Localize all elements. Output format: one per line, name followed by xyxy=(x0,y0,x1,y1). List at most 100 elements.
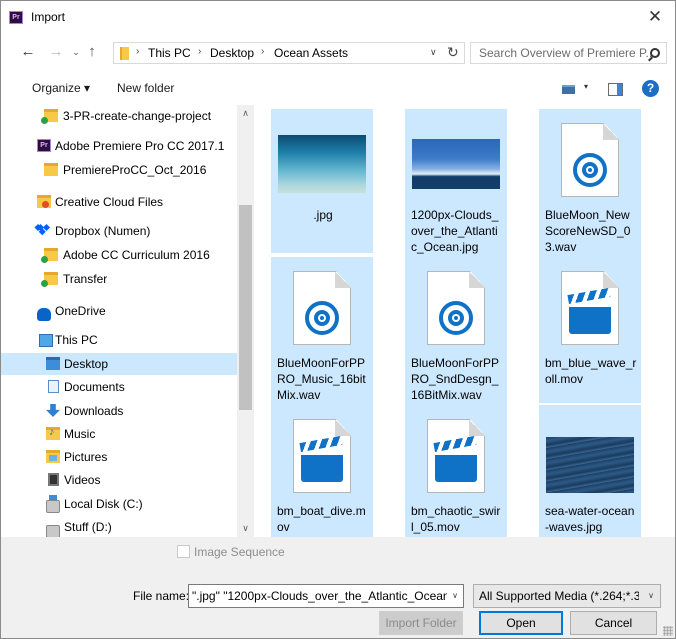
sidebar-item-adobe-cc-curriculum[interactable]: Adobe CC Curriculum 2016 xyxy=(1,244,237,266)
file-name-dropdown[interactable]: ∨ xyxy=(447,585,463,607)
scroll-down-button[interactable]: ∨ xyxy=(237,520,254,537)
file-name: bm_boat_dive.mov xyxy=(277,504,366,534)
resize-grip[interactable] xyxy=(663,626,673,636)
preview-pane-icon[interactable] xyxy=(608,83,623,96)
dropbox-icon xyxy=(37,224,51,237)
file-tile[interactable]: sea-water-ocean-waves.jpg xyxy=(539,405,641,537)
sidebar-item-pictures[interactable]: Pictures xyxy=(1,446,237,468)
breadcrumb-separator[interactable]: › xyxy=(136,46,139,57)
folder-sync-icon xyxy=(41,109,58,124)
forward-button[interactable]: → xyxy=(47,43,65,61)
sidebar-item-local-disk-c[interactable]: Local Disk (C:) xyxy=(1,493,237,515)
file-name: 1200px-Clouds_over_the_Atlantic_Ocean.jp… xyxy=(411,208,499,254)
file-type-value[interactable]: All Supported Media (*.264;*.3G xyxy=(479,589,639,603)
sidebar-item-label: Local Disk (C:) xyxy=(64,497,143,511)
file-tile[interactable]: 1200px-Clouds_over_the_Atlantic_Ocean.jp… xyxy=(405,109,507,259)
view-options-dropdown[interactable]: ▾ xyxy=(584,82,588,91)
address-bar[interactable]: › This PC › Desktop › Ocean Assets ∨ ↻ xyxy=(113,42,465,64)
drive-icon xyxy=(46,525,60,537)
file-list: .jpg 1200px-Clouds_over_the_Atlantic_Oce… xyxy=(255,105,675,537)
open-button[interactable]: Open xyxy=(479,611,563,635)
sidebar-item-label: Adobe Premiere Pro CC 2017.1 xyxy=(55,139,225,153)
sidebar-item-creative-cloud-files[interactable]: Creative Cloud Files xyxy=(1,191,237,213)
refresh-icon[interactable]: ↻ xyxy=(447,44,459,61)
file-tile[interactable]: .jpg xyxy=(271,109,373,253)
file-tile[interactable]: bm_blue_wave_roll.mov xyxy=(539,257,641,403)
address-history-dropdown[interactable]: ∨ xyxy=(430,47,437,58)
breadcrumb-ocean-assets[interactable]: Ocean Assets xyxy=(274,46,348,60)
organize-button[interactable]: Organize ▾ xyxy=(32,81,90,95)
change-view-icon[interactable] xyxy=(562,85,575,94)
breadcrumb-this-pc[interactable]: This PC xyxy=(148,46,191,60)
folder-icon xyxy=(120,47,129,60)
title-bar: Pr Import ✕ xyxy=(1,1,675,33)
file-name: bm_blue_wave_roll.mov xyxy=(545,356,637,386)
scroll-up-button[interactable]: ∧ xyxy=(237,105,254,122)
file-name: BlueMoonForPPRO_Music_16bitMix.wav xyxy=(277,356,366,402)
file-name-input[interactable]: ".jpg" "1200px-Clouds_over_the_Atlantic_… xyxy=(188,584,464,608)
downloads-icon xyxy=(46,404,60,417)
file-tile[interactable]: BlueMoon_NewScoreNewSD_03.wav xyxy=(539,109,641,259)
sidebar-item-3-pr-create-change-project[interactable]: 3-PR-create-change-project xyxy=(1,105,237,127)
file-tile[interactable]: bm_chaotic_swirl_05.mov xyxy=(405,405,507,537)
sidebar-item-label: Transfer xyxy=(63,272,108,286)
folder-sync-icon xyxy=(41,248,58,263)
sidebar-item-adobe-premiere-pro[interactable]: Pr Adobe Premiere Pro CC 2017.1 xyxy=(1,135,237,157)
breadcrumb-separator[interactable]: › xyxy=(198,46,201,57)
sidebar-item-this-pc[interactable]: This PC xyxy=(1,329,237,351)
sidebar-item-downloads[interactable]: Downloads xyxy=(1,400,237,422)
address-row: ← → ⌄ ↑ › This PC › Desktop › Ocean Asse… xyxy=(1,35,675,71)
local-disk-icon xyxy=(46,495,60,513)
file-type-dropdown[interactable]: ∨ xyxy=(642,585,660,607)
sidebar-item-label: OneDrive xyxy=(55,304,106,318)
import-folder-button[interactable]: Import Folder xyxy=(379,611,463,635)
scrollbar-thumb[interactable] xyxy=(239,205,252,410)
file-type-select[interactable]: All Supported Media (*.264;*.3G ∨ xyxy=(473,584,661,608)
onedrive-icon xyxy=(37,308,51,321)
file-name-value[interactable]: ".jpg" "1200px-Clouds_over_the_Atlantic_… xyxy=(192,589,463,603)
sidebar-item-label: 3-PR-create-change-project xyxy=(63,109,212,123)
file-tile[interactable]: BlueMoonForPPRO_Music_16bitMix.wav xyxy=(271,257,373,407)
folder-icon xyxy=(44,163,58,176)
file-tile[interactable]: BlueMoonForPPRO_SndDesgn_16BitMix.wav xyxy=(405,257,507,407)
help-icon[interactable]: ? xyxy=(642,80,659,97)
window-title: Import xyxy=(31,10,66,24)
sidebar-item-label: Documents xyxy=(64,380,125,394)
documents-icon xyxy=(48,380,59,393)
sidebar-item-dropbox[interactable]: Dropbox (Numen) xyxy=(1,220,237,242)
audio-icon xyxy=(573,153,607,187)
file-tile[interactable]: bm_boat_dive.mov xyxy=(271,405,373,537)
sidebar-item-transfer[interactable]: Transfer xyxy=(1,268,237,290)
cancel-button[interactable]: Cancel xyxy=(570,611,657,635)
sidebar-item-videos[interactable]: Videos xyxy=(1,469,237,491)
back-button[interactable]: ← xyxy=(19,43,37,61)
dialog-footer: Image Sequence File name: ".jpg" "1200px… xyxy=(1,537,675,638)
close-button[interactable]: ✕ xyxy=(645,7,665,27)
page-fold-icon xyxy=(603,271,619,288)
underwater-photo-thumbnail xyxy=(278,135,366,193)
premiere-app-icon: Pr xyxy=(9,11,23,24)
sidebar-item-onedrive[interactable]: OneDrive xyxy=(1,300,237,322)
search-input[interactable]: Search Overview of Premiere P... xyxy=(479,46,656,60)
sidebar-item-stuff-d[interactable]: Stuff (D:) xyxy=(1,516,237,537)
computer-icon xyxy=(39,334,53,347)
sidebar-item-premiereprocc-oct-2016[interactable]: PremiereProCC_Oct_2016 xyxy=(1,159,237,181)
sidebar-item-music[interactable]: Music xyxy=(1,423,237,445)
sidebar-item-label: Desktop xyxy=(64,357,109,371)
search-box[interactable]: Search Overview of Premiere P... xyxy=(470,42,667,64)
navigation-pane-scrollbar[interactable]: ∧ ∨ xyxy=(237,105,254,537)
folder-sync-icon xyxy=(41,272,58,287)
breadcrumb-desktop[interactable]: Desktop xyxy=(210,46,254,60)
new-folder-button[interactable]: New folder xyxy=(117,81,174,95)
desktop-icon xyxy=(46,357,60,370)
sidebar-item-documents[interactable]: Documents xyxy=(1,376,237,398)
sidebar-item-label: PremiereProCC_Oct_2016 xyxy=(63,163,207,177)
file-name-label: File name: xyxy=(133,589,190,603)
sidebar-item-label: This PC xyxy=(55,333,98,347)
image-sequence-checkbox[interactable] xyxy=(177,545,190,558)
sidebar-item-desktop[interactable]: Desktop xyxy=(1,353,237,375)
breadcrumb-separator[interactable]: › xyxy=(261,46,264,57)
videos-icon xyxy=(48,473,59,486)
up-button[interactable]: ↑ xyxy=(83,43,101,61)
search-icon[interactable] xyxy=(650,48,660,58)
